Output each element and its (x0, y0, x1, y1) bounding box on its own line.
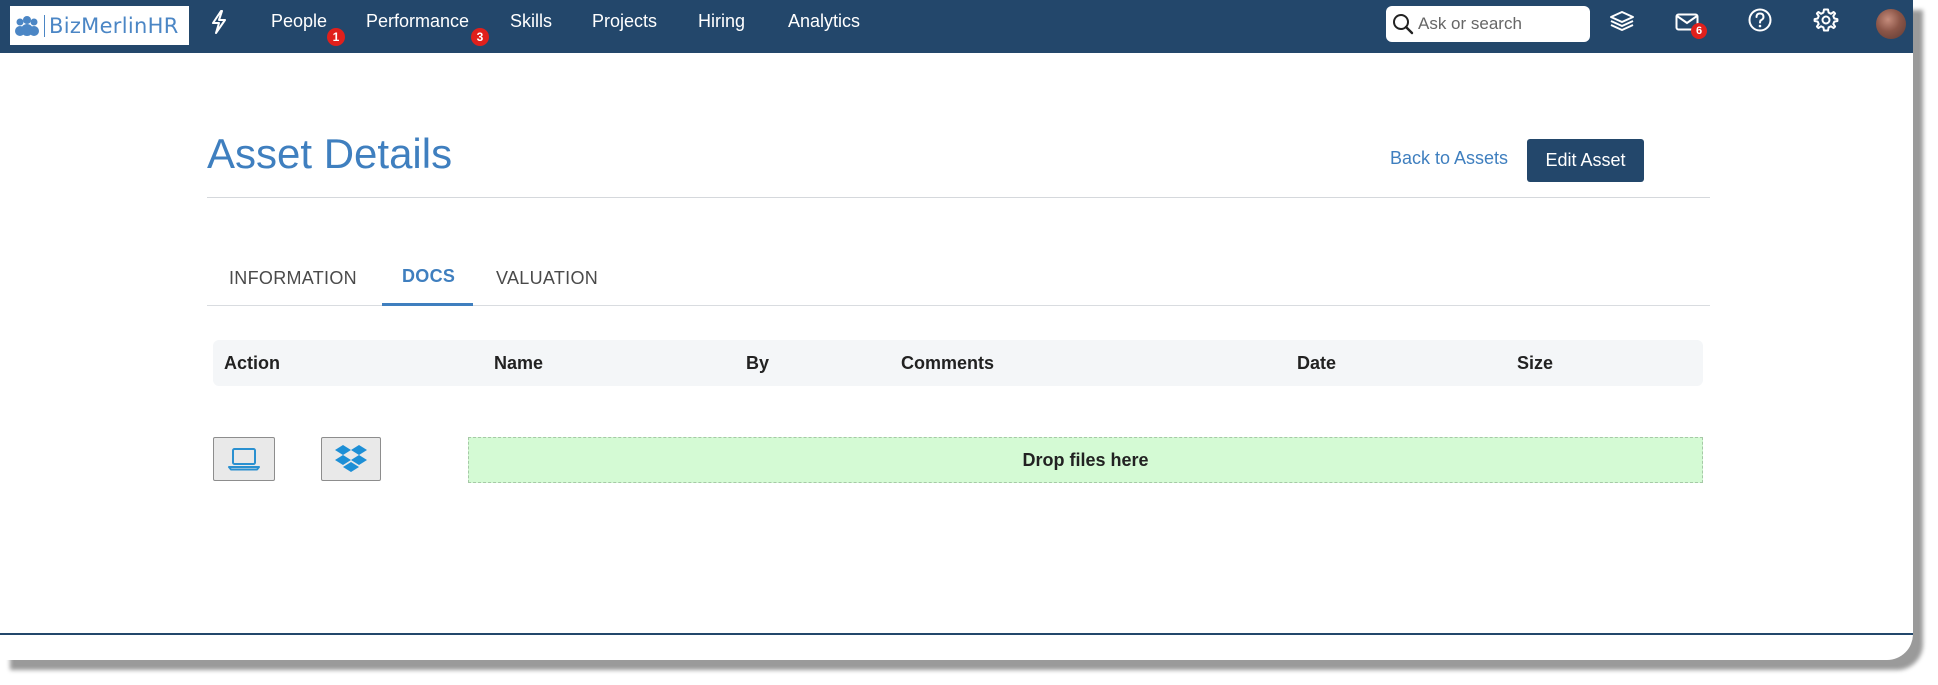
avatar[interactable] (1876, 9, 1906, 39)
bolt-icon[interactable] (210, 10, 228, 34)
nav-hiring[interactable]: Hiring (698, 11, 745, 32)
column-header-name[interactable]: Name (494, 353, 543, 374)
performance-notification-badge: 3 (471, 28, 489, 46)
tab-docs[interactable]: DOCS (402, 266, 455, 287)
logo[interactable]: BizMerlinHR (10, 6, 189, 45)
layers-icon[interactable] (1609, 10, 1635, 32)
people-notification-badge: 1 (327, 28, 345, 46)
upload-from-computer-button[interactable] (213, 437, 275, 481)
help-icon[interactable] (1747, 7, 1773, 33)
header-divider (207, 197, 1710, 198)
column-header-action: Action (224, 353, 280, 373)
column-header-comments[interactable]: Comments (901, 353, 994, 374)
gear-icon[interactable] (1813, 7, 1839, 33)
active-tab-indicator (382, 303, 473, 306)
logo-text: BizMerlinHR (49, 13, 179, 38)
column-header-size[interactable]: Size (1517, 353, 1553, 374)
search-input[interactable] (1418, 14, 1578, 34)
edit-asset-button[interactable]: Edit Asset (1527, 139, 1644, 182)
logo-separator (44, 14, 45, 37)
footer-divider (0, 633, 1913, 635)
page-title: Asset Details (207, 130, 453, 177)
nav-analytics[interactable]: Analytics (788, 11, 860, 32)
people-group-icon (15, 15, 39, 36)
laptop-icon (228, 448, 260, 471)
dropzone-label: Drop files here (1022, 449, 1149, 470)
back-to-assets-link[interactable]: Back to Assets (1390, 148, 1508, 169)
docs-table-header: Action Name By Comments Date Size (213, 340, 1703, 386)
top-nav-bar: BizMerlinHR People 1 Performance 3 Skill… (0, 0, 1913, 53)
search-box[interactable] (1386, 6, 1590, 42)
column-header-by[interactable]: By (746, 353, 769, 374)
upload-from-dropbox-button[interactable] (321, 437, 381, 481)
nav-people[interactable]: People (271, 11, 327, 32)
tab-valuation[interactable]: VALUATION (496, 268, 598, 289)
nav-projects[interactable]: Projects (592, 11, 657, 32)
column-header-date[interactable]: Date (1297, 353, 1336, 374)
nav-skills[interactable]: Skills (510, 11, 552, 32)
app-window: BizMerlinHR People 1 Performance 3 Skill… (0, 0, 1913, 660)
nav-performance[interactable]: Performance (366, 11, 469, 32)
mail-notification-badge: 6 (1691, 23, 1707, 39)
dropbox-icon (335, 445, 367, 472)
tab-information[interactable]: INFORMATION (229, 268, 357, 289)
file-dropzone[interactable]: Drop files here (468, 437, 1703, 483)
search-icon (1393, 14, 1414, 35)
